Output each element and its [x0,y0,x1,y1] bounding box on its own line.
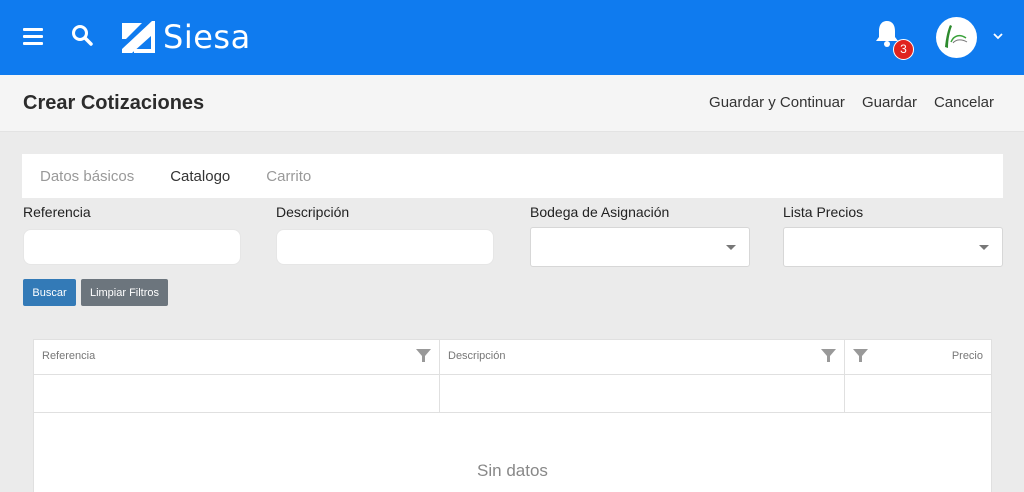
avatar-logo-icon [937,18,976,57]
column-header-label: Precio [951,350,983,362]
filter-funnel-icon[interactable] [820,347,837,364]
filter-funnel-icon[interactable] [852,347,869,364]
siesa-logo[interactable]: Siesa [120,18,251,56]
column-header-referencia[interactable]: Referencia [34,340,440,374]
bodega-label: Bodega de Asignación [530,204,670,220]
tab-catalogo[interactable]: Catalogo [170,168,230,185]
dropdown-arrow-icon [726,245,736,250]
header-actions: Guardar y Continuar Guardar Cancelar [709,94,994,111]
column-header-precio[interactable]: Precio [845,340,991,374]
search-button[interactable]: Buscar [23,279,76,306]
page-title: Crear Cotizaciones [23,92,205,114]
dropdown-arrow-icon [979,245,989,250]
save-button[interactable]: Guardar [862,94,917,111]
user-avatar[interactable] [936,17,977,58]
filter-cell-referencia[interactable] [34,375,440,412]
bodega-select[interactable] [530,227,750,267]
tab-bar: Datos básicos Catalogo Carrito [22,154,1003,198]
grid-filter-row [34,375,991,413]
tab-datos-basicos[interactable]: Datos básicos [40,168,134,185]
notification-count-badge: 3 [893,39,914,60]
top-navbar: Siesa 3 [0,0,1024,75]
hamburger-menu-icon[interactable] [23,28,43,46]
clear-filters-button[interactable]: Limpiar Filtros [81,279,168,306]
column-header-descripcion[interactable]: Descripción [440,340,845,374]
descripcion-input[interactable] [276,229,494,265]
catalog-grid: Referencia Descripción Precio Sin datos [33,339,992,492]
lista-precios-label: Lista Precios [783,204,864,220]
referencia-label: Referencia [23,204,91,220]
siesa-logo-icon [122,21,155,53]
search-icon[interactable] [70,23,96,49]
grid-header-row: Referencia Descripción Precio [34,340,991,375]
save-and-continue-button[interactable]: Guardar y Continuar [709,94,845,111]
tab-carrito[interactable]: Carrito [266,168,311,185]
chevron-down-icon[interactable] [992,31,1004,41]
descripcion-label: Descripción [276,204,350,220]
cancel-button[interactable]: Cancelar [934,94,994,111]
brand-name: Siesa [163,18,251,56]
filter-cell-descripcion[interactable] [440,375,845,412]
column-header-label: Referencia [42,350,96,362]
lista-precios-select[interactable] [783,227,1003,267]
referencia-input[interactable] [23,229,241,265]
filter-funnel-icon[interactable] [415,347,432,364]
empty-state-text: Sin datos [477,461,548,480]
column-header-label: Descripción [448,350,506,362]
page-header: Crear Cotizaciones Guardar y Continuar G… [0,75,1024,132]
filter-cell-precio[interactable] [845,375,991,412]
